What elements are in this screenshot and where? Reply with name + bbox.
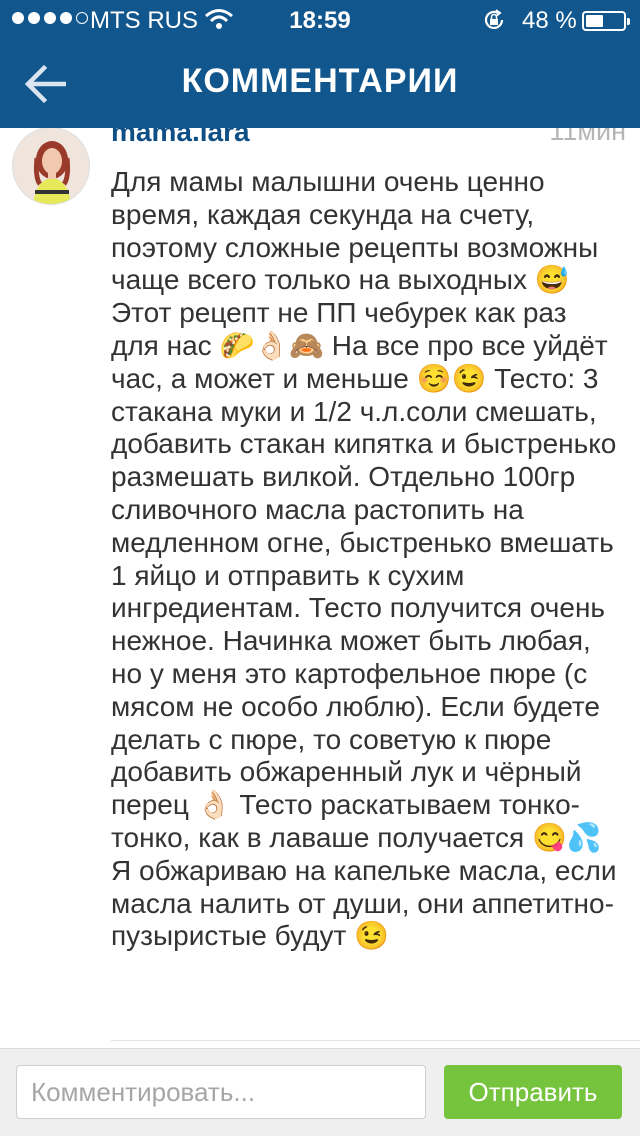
comment-text: Для мамы малышни очень ценно время, кажд…	[111, 166, 621, 953]
comment-item: mama.lara 11мин Для мамы малышни очень ц…	[0, 128, 640, 1026]
battery-icon	[582, 11, 630, 31]
wink-emoji: 😉	[354, 920, 389, 952]
orientation-lock-icon	[482, 8, 506, 39]
ok-hand-emoji: 👌🏻	[196, 789, 232, 821]
avatar[interactable]	[12, 128, 90, 205]
divider	[111, 1040, 640, 1041]
taco-ok-monkey-emoji: 🌮👌🏻🙈	[219, 329, 325, 361]
comment-composer: Отправить	[0, 1048, 640, 1136]
battery-percentage: 48 %	[522, 7, 577, 34]
sweat-smile-emoji: 😅	[534, 264, 570, 296]
comment-text-part: Тесто: 3 стакана муки и 1/2 ч.л.соли сме…	[111, 362, 617, 821]
send-button[interactable]: Отправить	[444, 1065, 622, 1119]
status-bar: MTS RUS 18:59 48 %	[0, 0, 640, 40]
yum-sweat-drops-emoji: 😋💦	[531, 821, 602, 853]
comment-timestamp: 11мин	[549, 128, 626, 146]
comment-username[interactable]: mama.lara	[111, 128, 250, 148]
page-title: КОММЕНТАРИИ	[181, 62, 459, 100]
comment-text-part: Для мамы малышни очень ценно время, кажд…	[111, 166, 599, 296]
app-header: MTS RUS 18:59 48 % КОММЕНТАРИИ	[0, 0, 640, 128]
comment-input[interactable]	[16, 1065, 426, 1119]
smile-wink-emoji: ☺️😉	[416, 362, 487, 394]
